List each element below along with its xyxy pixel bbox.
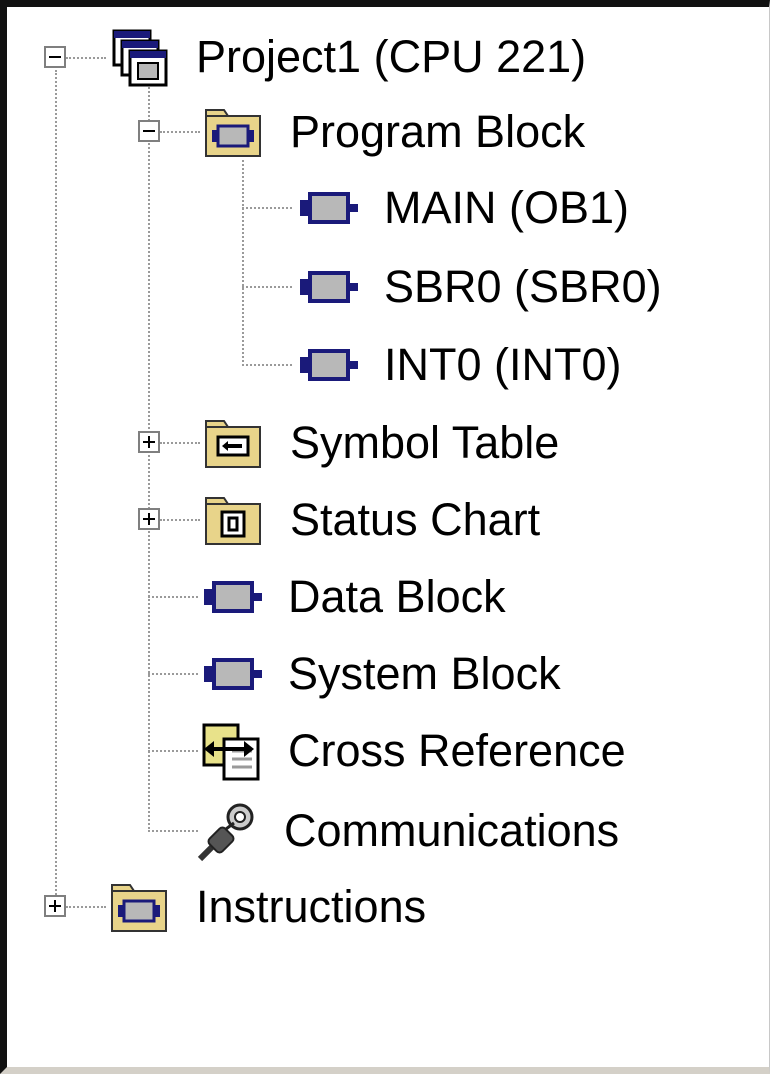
tree-item-label: SBR0 (SBR0) — [384, 261, 662, 312]
block-icon — [200, 565, 264, 629]
tree-line — [160, 442, 200, 444]
block-icon — [296, 333, 360, 397]
folder-status-icon — [202, 488, 266, 552]
tree-item-label: Symbol Table — [290, 417, 560, 468]
tree-line — [55, 70, 57, 906]
tree-line — [148, 673, 198, 675]
tree-item-label: INT0 (INT0) — [384, 339, 622, 390]
tree-item-label: Communications — [284, 805, 620, 856]
tree-item-label: Program Block — [290, 106, 586, 157]
tree-item-label: System Block — [288, 648, 561, 699]
tree-line — [66, 57, 106, 59]
tree-item-label: Data Block — [288, 571, 506, 622]
tree-line — [148, 750, 198, 752]
tree-item-label: MAIN (OB1) — [384, 182, 630, 233]
block-icon — [296, 176, 360, 240]
folder-block-icon — [202, 100, 266, 164]
expand-toggle-status-chart[interactable] — [138, 508, 160, 530]
expand-toggle-symbol-table[interactable] — [138, 431, 160, 453]
project-icon — [108, 25, 172, 89]
tree-line — [242, 286, 292, 288]
folder-block-icon — [108, 875, 172, 939]
block-icon — [296, 255, 360, 319]
collapse-toggle-program-block[interactable] — [138, 120, 160, 142]
tree-item-label: Status Chart — [290, 494, 541, 545]
tree-item-label: Project1 (CPU 221) — [196, 31, 587, 82]
tree-line — [66, 906, 106, 908]
tree-line — [242, 364, 292, 366]
block-icon — [200, 642, 264, 706]
collapse-toggle-project[interactable] — [44, 46, 66, 68]
tree-line — [242, 160, 244, 366]
tree-line — [242, 207, 292, 209]
tree-line — [148, 596, 198, 598]
tree-line — [160, 519, 200, 521]
tree-item-label: Cross Reference — [288, 725, 626, 776]
communications-icon — [196, 799, 260, 863]
tree-line — [148, 830, 198, 832]
folder-symbol-icon — [202, 411, 266, 475]
expand-toggle-instructions[interactable] — [44, 895, 66, 917]
project-tree: Project1 (CPU 221) Program Block MAIN (O… — [0, 0, 770, 1074]
tree-line — [160, 131, 200, 133]
tree-item-label: Instructions — [196, 881, 427, 932]
cross-reference-icon — [200, 719, 264, 783]
